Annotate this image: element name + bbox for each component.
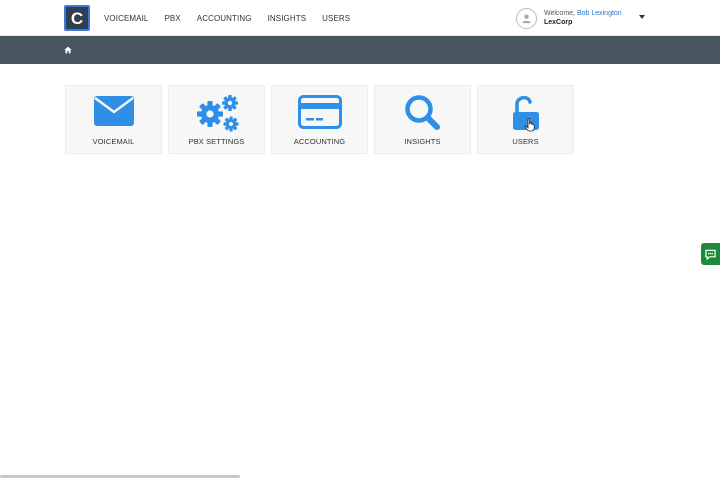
tile-label: USERS bbox=[512, 137, 539, 146]
gears-icon bbox=[196, 95, 238, 132]
caret-down-icon[interactable] bbox=[639, 15, 645, 19]
tile-label: ACCOUNTING bbox=[293, 137, 346, 146]
user-icon bbox=[516, 7, 537, 29]
nav-voicemail[interactable]: VOICEMAIL bbox=[104, 14, 148, 23]
mouse-cursor-icon bbox=[524, 118, 535, 132]
main-nav: VOICEMAIL PBX ACCOUNTING INSIGHTS USERS bbox=[104, 0, 366, 36]
feedback-button[interactable] bbox=[701, 243, 720, 265]
breadcrumb bbox=[0, 36, 720, 64]
tile-label: VOICEMAIL bbox=[92, 137, 135, 146]
nav-accounting[interactable]: ACCOUNTING bbox=[197, 14, 252, 23]
top-navbar: C VOICEMAIL PBX ACCOUNTING INSIGHTS USER… bbox=[0, 0, 720, 36]
user-name: Bob Lexington bbox=[576, 10, 622, 17]
tile-label: PBX SETTINGS bbox=[188, 137, 245, 146]
nav-users[interactable]: USERS bbox=[322, 14, 350, 23]
nav-insights[interactable]: INSIGHTS bbox=[268, 14, 307, 23]
tile-pbx-settings[interactable]: PBX SETTINGS bbox=[168, 85, 265, 154]
envelope-icon bbox=[93, 96, 134, 126]
module-tiles: VOICEMAIL PBX SETTINGS ACCOUNTING INSIGH… bbox=[65, 85, 580, 154]
magnifier-icon bbox=[404, 95, 440, 130]
chat-icon bbox=[705, 249, 716, 260]
logo-letter: C bbox=[70, 8, 84, 28]
tile-label: INSIGHTS bbox=[404, 137, 441, 146]
app-logo[interactable]: C bbox=[64, 5, 90, 31]
user-menu[interactable]: Welcome, Bob Lexington LexCorp bbox=[516, 6, 645, 30]
user-info: Welcome, Bob Lexington LexCorp bbox=[544, 9, 622, 27]
nav-pbx[interactable]: PBX bbox=[164, 14, 180, 23]
welcome-text: Welcome, bbox=[544, 10, 577, 17]
tile-voicemail[interactable]: VOICEMAIL bbox=[65, 85, 162, 154]
horizontal-scrollbar[interactable] bbox=[0, 475, 240, 478]
tile-insights[interactable]: INSIGHTS bbox=[374, 85, 471, 154]
home-icon[interactable] bbox=[64, 46, 72, 54]
organization-name: LexCorp bbox=[544, 19, 573, 26]
credit-card-icon bbox=[297, 95, 342, 129]
tile-accounting[interactable]: ACCOUNTING bbox=[271, 85, 368, 154]
